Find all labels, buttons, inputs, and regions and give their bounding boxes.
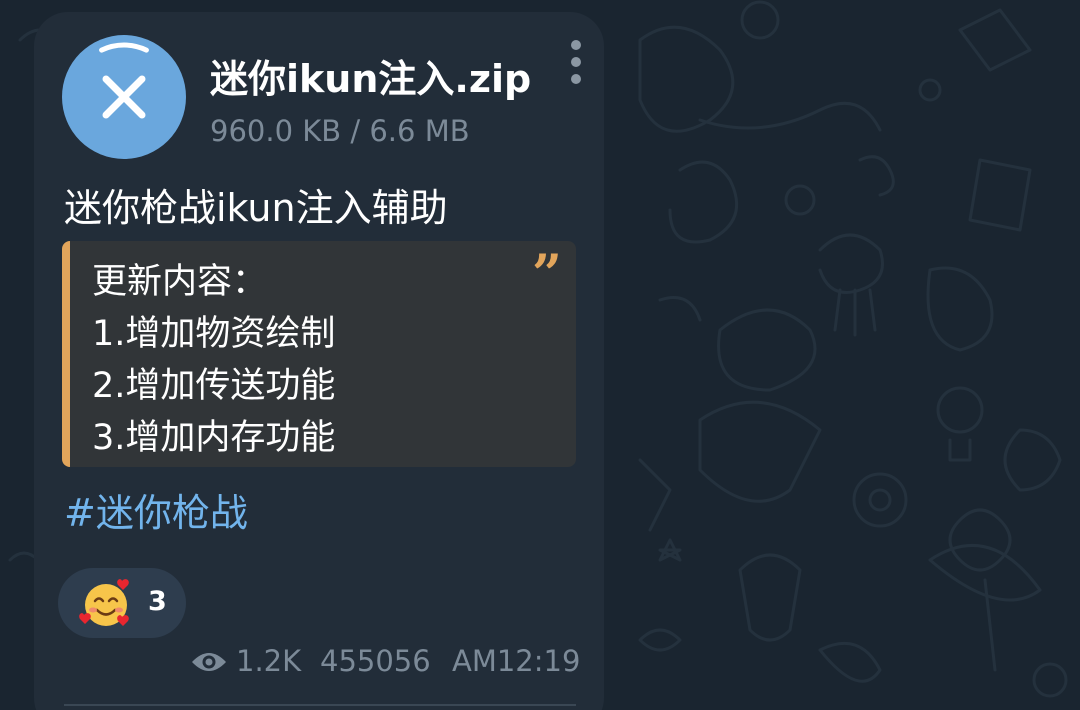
message-time: AM12:19	[452, 644, 581, 678]
reaction-count: 3	[148, 586, 167, 617]
quote-accent-bar	[62, 241, 70, 467]
eye-icon	[192, 653, 226, 671]
chat-screen: 迷你ikun注入.zip 960.0 KB / 6.6 MB 迷你枪战ikun注…	[0, 0, 1080, 710]
reaction-chip[interactable]: 3	[58, 568, 186, 638]
close-icon	[99, 42, 149, 119]
more-options-icon[interactable]	[566, 40, 586, 92]
quote-line: 2.增加传送功能	[92, 366, 336, 406]
divider	[64, 704, 576, 706]
smiling-face-with-hearts-icon	[79, 579, 129, 626]
quote-mark-icon: ”	[532, 244, 562, 305]
post-author: 455056	[320, 644, 431, 678]
download-progress-ring	[99, 42, 149, 53]
hashtag-link[interactable]: #迷你枪战	[64, 482, 248, 537]
message-caption: 迷你枪战ikun注入辅助	[64, 186, 448, 230]
file-size: 960.0 KB / 6.6 MB	[210, 114, 470, 148]
view-count: 1.2K	[236, 644, 302, 678]
quote-line: 1.增加物资绘制	[92, 314, 336, 354]
file-name[interactable]: 迷你ikun注入.zip	[210, 48, 531, 103]
blockquote: ” 更新内容： 1.增加物资绘制 2.增加传送功能 3.增加内存功能	[62, 241, 576, 467]
quote-line: 3.增加内存功能	[92, 418, 336, 458]
cancel-download-button[interactable]	[62, 35, 186, 159]
quote-line: 更新内容：	[92, 262, 268, 302]
